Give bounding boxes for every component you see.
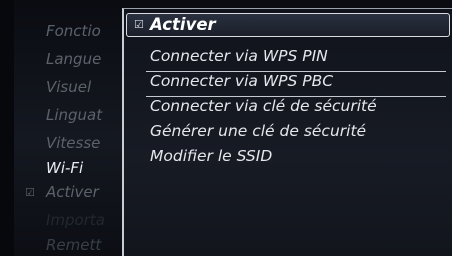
left-edge-bar xyxy=(0,0,14,256)
option-connect-security-key[interactable]: Connecter via clé de sécurité xyxy=(150,97,377,115)
left-menu-item-importa[interactable]: Importa xyxy=(46,211,105,229)
option-activer[interactable]: Activer xyxy=(150,15,216,34)
left-menu-item-remett[interactable]: Remett xyxy=(46,236,101,254)
option-connect-wps-pin[interactable]: Connecter via WPS PIN xyxy=(150,47,328,65)
left-menu-item-vitesse[interactable]: Vitesse xyxy=(46,134,100,152)
background-settings-menu: Fonctio Langue Visuel Linguat Vitesse Wi… xyxy=(14,0,122,256)
left-menu-item-fonctio[interactable]: Fonctio xyxy=(46,22,101,40)
option-connect-wps-pbc[interactable]: Connecter via WPS PBC xyxy=(150,72,333,90)
checkbox-checked-icon: ☑ xyxy=(134,18,144,31)
left-menu-item-activer[interactable]: Activer xyxy=(46,183,99,201)
left-menu-item-visuel[interactable]: Visuel xyxy=(46,78,91,96)
settings-screen: Fonctio Langue Visuel Linguat Vitesse Wi… xyxy=(0,0,452,256)
checkbox-checked-icon: ☑ xyxy=(25,186,35,199)
option-generate-security-key[interactable]: Générer une clé de sécurité xyxy=(150,122,366,140)
left-menu-item-linguat[interactable]: Linguat xyxy=(46,106,102,124)
left-menu-item-wifi[interactable]: Wi-Fi xyxy=(46,159,83,177)
wifi-options-popup: ☑ Activer Connecter via WPS PIN Connecte… xyxy=(122,8,452,256)
option-modify-ssid[interactable]: Modifier le SSID xyxy=(150,147,272,165)
left-menu-item-langue[interactable]: Langue xyxy=(46,50,101,68)
